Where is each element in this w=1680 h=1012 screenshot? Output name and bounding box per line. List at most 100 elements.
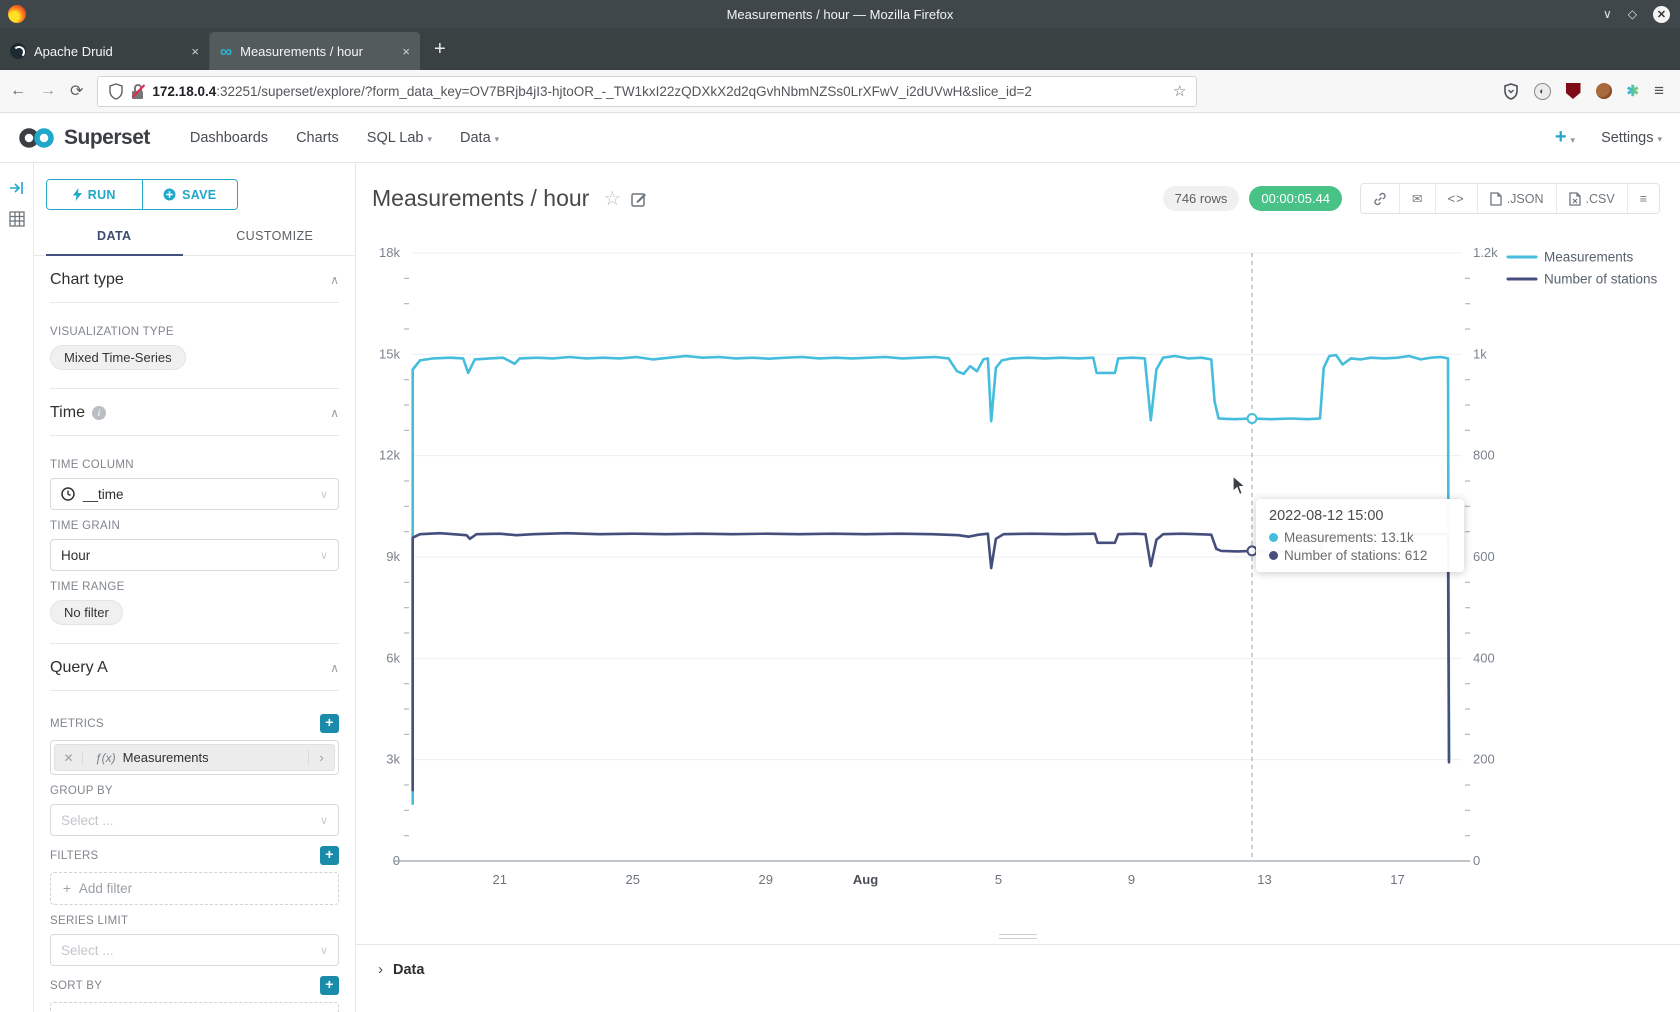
run-button[interactable]: RUN	[47, 180, 142, 209]
chevron-down-icon: ∨	[320, 549, 328, 562]
group-by-select[interactable]: Select ... ∨	[50, 804, 339, 836]
chevron-right-icon[interactable]: ›	[378, 961, 383, 978]
multi-account-icon[interactable]: ◐	[1534, 83, 1551, 100]
nav-dashboards[interactable]: Dashboards	[176, 130, 282, 146]
extension-asterisk-icon[interactable]: ✱	[1627, 82, 1640, 100]
edit-properties-icon[interactable]	[631, 191, 647, 207]
close-icon[interactable]: ✕	[1653, 6, 1670, 23]
menu-icon[interactable]: ≡	[1654, 81, 1664, 101]
query-timer-badge: 00:00:05.44	[1249, 186, 1342, 211]
brand-name: Superset	[64, 126, 150, 150]
ublock-icon[interactable]	[1566, 83, 1581, 99]
tab-data[interactable]: DATA	[34, 216, 195, 255]
svg-text:9k: 9k	[386, 549, 400, 564]
time-column-select[interactable]: __time ∨	[50, 478, 339, 510]
forward-icon[interactable]: →	[40, 82, 56, 100]
reload-icon[interactable]: ⟳	[70, 81, 83, 101]
tab-customize[interactable]: CUSTOMIZE	[195, 216, 356, 255]
svg-text:29: 29	[759, 872, 773, 887]
tracking-shield-icon[interactable]	[108, 83, 124, 100]
chart-canvas[interactable]: 003k2006k4009k60012k80015k1k18k1.2k21252…	[356, 233, 1680, 895]
add-sort-metric-dropzone[interactable]: +Add metric	[50, 1002, 339, 1012]
settings-menu[interactable]: Settings▾	[1601, 130, 1662, 146]
tooltip-row-measurements: Measurements: 13.1k	[1269, 530, 1451, 545]
superset-logo[interactable]: Superset	[18, 126, 150, 150]
mouse-cursor-icon	[1232, 475, 1246, 496]
row-count-badge: 746 rows	[1163, 186, 1240, 211]
bookmark-star-icon[interactable]: ☆	[1173, 82, 1186, 100]
tooltip-row-stations: Number of stations: 612	[1269, 548, 1451, 563]
embed-code-button[interactable]: <>	[1436, 184, 1478, 213]
data-results-panel[interactable]: › Data	[356, 944, 1680, 978]
page-title: Measurements / hour	[372, 185, 589, 212]
svg-text:17: 17	[1390, 872, 1404, 887]
metric-chip-measurements[interactable]: ✕ ƒ(x) Measurements ›	[54, 744, 335, 771]
nav-charts[interactable]: Charts	[282, 130, 353, 146]
chevron-right-icon[interactable]: ›	[308, 750, 334, 765]
url-text[interactable]: 172.18.0.4:32251/superset/explore/?form_…	[152, 84, 1165, 99]
maximize-icon[interactable]: ◇	[1628, 8, 1637, 20]
svg-text:6k: 6k	[386, 650, 400, 665]
insecure-lock-icon[interactable]	[132, 84, 144, 99]
back-icon[interactable]: ←	[10, 82, 26, 100]
plus-circle-icon	[163, 188, 176, 201]
new-tab-button[interactable]: +	[420, 38, 460, 61]
copy-link-button[interactable]	[1361, 184, 1400, 213]
more-options-icon[interactable]: ≡	[1628, 184, 1659, 213]
svg-text:25: 25	[626, 872, 640, 887]
svg-text:200: 200	[1473, 752, 1495, 767]
series-limit-select[interactable]: Select ... ∨	[50, 934, 339, 966]
metrics-box: ✕ ƒ(x) Measurements ›	[50, 740, 339, 775]
chevron-up-icon: ∧	[330, 661, 339, 675]
caret-down-icon: ▾	[1657, 134, 1662, 144]
window-title: Measurements / hour — Mozilla Firefox	[0, 7, 1680, 22]
add-sort-metric-button[interactable]: +	[320, 976, 339, 995]
time-range-value[interactable]: No filter	[50, 600, 123, 625]
url-bar[interactable]: 172.18.0.4:32251/superset/explore/?form_…	[97, 76, 1197, 107]
tooltip-date: 2022-08-12 15:00	[1269, 508, 1451, 524]
mixed-timeseries-chart[interactable]: 003k2006k4009k60012k80015k1k18k1.2k21252…	[356, 233, 1680, 895]
svg-text:18k: 18k	[379, 245, 400, 260]
remove-metric-icon[interactable]: ✕	[55, 751, 83, 765]
chart-actions-toolbar: ✉ <> .JSON .CSV ≡	[1360, 183, 1660, 214]
chart-type-section-header[interactable]: Chart type ∧	[50, 256, 339, 303]
favorite-star-icon[interactable]: ☆	[603, 186, 621, 211]
tab-measurements-hour[interactable]: ∞ Measurements / hour ×	[210, 32, 420, 70]
function-icon: ƒ(x)	[95, 751, 116, 765]
time-range-label: TIME RANGE	[50, 581, 339, 593]
pocket-shield-icon[interactable]	[1503, 83, 1519, 100]
save-button[interactable]: SAVE	[142, 180, 238, 209]
superset-infinity-icon	[18, 126, 56, 150]
tab-label: Apache Druid	[34, 44, 183, 59]
svg-text:13: 13	[1257, 872, 1271, 887]
add-filter-plus-button[interactable]: +	[320, 846, 339, 865]
email-button[interactable]: ✉	[1400, 184, 1435, 213]
svg-text:15k: 15k	[379, 346, 400, 361]
new-item-button[interactable]: +▾	[1555, 126, 1575, 149]
minimize-icon[interactable]: ∨	[1603, 8, 1612, 20]
add-filter-dropzone[interactable]: +Add filter	[50, 872, 339, 905]
dataset-grid-icon[interactable]	[9, 211, 25, 227]
svg-text:9: 9	[1128, 872, 1135, 887]
export-json-button[interactable]: .JSON	[1478, 184, 1557, 213]
add-metric-button[interactable]: +	[320, 714, 339, 733]
expand-panel-icon[interactable]	[9, 181, 25, 195]
export-csv-button[interactable]: .CSV	[1557, 184, 1628, 213]
query-a-section-header[interactable]: Query A ∧	[50, 644, 339, 691]
sort-by-label: SORT BY +	[50, 976, 339, 995]
tab-apache-druid[interactable]: Apache Druid ×	[0, 32, 210, 70]
nav-sql-lab[interactable]: SQL Lab▾	[353, 130, 446, 146]
time-grain-select[interactable]: Hour ∨	[50, 539, 339, 571]
browser-toolbar: ← → ⟳ 172.18.0.4:32251/superset/explore/…	[0, 70, 1680, 113]
cookie-extension-icon[interactable]	[1596, 83, 1612, 99]
collapse-rail	[0, 163, 34, 1012]
viz-type-value[interactable]: Mixed Time-Series	[50, 345, 186, 370]
druid-favicon-icon	[10, 43, 26, 59]
time-section-header[interactable]: Time i ∧	[50, 389, 339, 436]
panel-resize-handle[interactable]	[999, 931, 1037, 942]
svg-text:600: 600	[1473, 549, 1495, 564]
tab-close-icon[interactable]: ×	[402, 44, 410, 59]
tab-close-icon[interactable]: ×	[191, 44, 199, 59]
nav-data[interactable]: Data▾	[446, 130, 513, 146]
plus-icon: +	[63, 881, 71, 896]
